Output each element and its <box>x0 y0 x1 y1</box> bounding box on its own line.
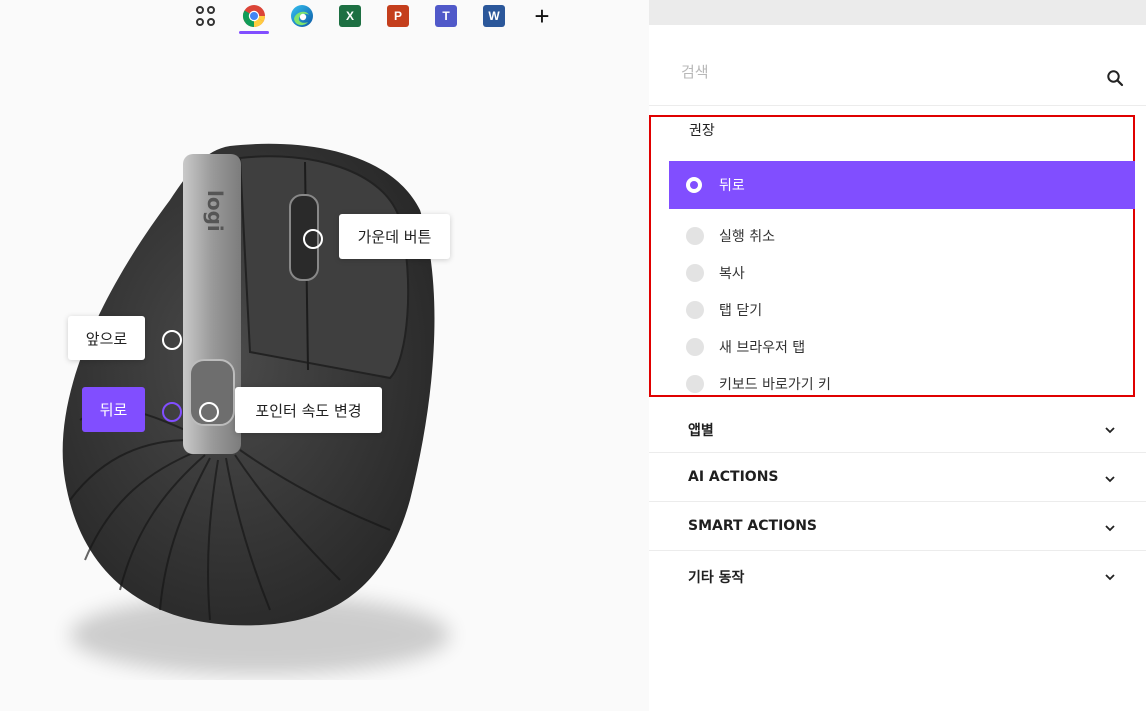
forward-button-callout[interactable]: 앞으로 <box>68 316 145 360</box>
action-item-label: 새 브라우저 탭 <box>719 339 806 356</box>
recommended-section: 권장 뒤로 실행 취소 복사 탭 닫기 새 브라우저 탭 키보드 바로가기 키 <box>649 115 1135 397</box>
powerpoint-app-button[interactable]: P <box>382 0 414 32</box>
section-label: 앱별 <box>688 423 714 439</box>
action-item-new-browser-tab[interactable]: 새 브라우저 탭 <box>651 328 1135 365</box>
excel-icon: X <box>339 5 361 27</box>
back-button-marker[interactable] <box>162 402 182 422</box>
forward-button-marker[interactable] <box>162 330 182 350</box>
chrome-icon <box>243 5 265 27</box>
chevron-down-icon <box>1105 574 1115 581</box>
radio-icon <box>686 226 704 245</box>
all-apps-button[interactable] <box>190 0 222 32</box>
middle-button-callout[interactable]: 가운데 버튼 <box>339 214 450 259</box>
search-input[interactable] <box>681 63 1061 81</box>
action-item-copy[interactable]: 복사 <box>651 254 1135 291</box>
radio-selected-icon <box>686 177 702 193</box>
action-item-label: 실행 취소 <box>719 228 775 245</box>
search-bar <box>649 25 1146 106</box>
chevron-down-icon <box>1105 427 1115 434</box>
section-ai-actions[interactable]: AI ACTIONS <box>649 453 1146 502</box>
section-app-specific[interactable]: 앱별 <box>649 404 1146 453</box>
section-label: 기타 동작 <box>688 570 745 586</box>
action-item-label: 복사 <box>719 265 745 282</box>
search-icon[interactable] <box>1106 69 1124 87</box>
section-other-actions[interactable]: 기타 동작 <box>649 551 1146 600</box>
edge-app-button[interactable] <box>286 0 318 32</box>
recommended-title: 권장 <box>689 123 715 139</box>
word-icon: W <box>483 5 505 27</box>
action-item-label: 탭 닫기 <box>719 302 763 319</box>
excel-app-button[interactable]: X <box>334 0 366 32</box>
actions-panel: 권장 뒤로 실행 취소 복사 탭 닫기 새 브라우저 탭 <box>649 0 1146 711</box>
chrome-app-button[interactable] <box>238 0 270 34</box>
svg-text:logi: logi <box>203 190 227 232</box>
plus-icon: + <box>534 1 550 31</box>
section-smart-actions[interactable]: SMART ACTIONS <box>649 502 1146 551</box>
all-apps-icon <box>196 6 216 26</box>
middle-button-marker[interactable] <box>303 229 323 249</box>
back-button-callout[interactable]: 뒤로 <box>82 387 145 432</box>
word-app-button[interactable]: W <box>478 0 510 32</box>
teams-icon: T <box>435 5 457 27</box>
action-item-label: 키보드 바로가기 키 <box>719 376 831 393</box>
radio-icon <box>686 263 704 282</box>
pointer-speed-marker[interactable] <box>199 402 219 422</box>
powerpoint-icon: P <box>387 5 409 27</box>
pointer-speed-callout[interactable]: 포인터 속도 변경 <box>235 387 382 433</box>
action-item-close-tab[interactable]: 탭 닫기 <box>651 291 1135 328</box>
action-item-keyboard-shortcut[interactable]: 키보드 바로가기 키 <box>651 365 1135 402</box>
add-app-button[interactable]: + <box>526 0 558 32</box>
radio-icon <box>686 374 704 393</box>
teams-app-button[interactable]: T <box>430 0 462 32</box>
action-item-label: 뒤로 <box>719 178 745 194</box>
app-bar: X P T W + <box>190 0 560 36</box>
chevron-down-icon <box>1105 476 1115 483</box>
section-label: SMART ACTIONS <box>688 518 817 534</box>
recommended-list: 뒤로 실행 취소 복사 탭 닫기 새 브라우저 탭 키보드 바로가기 키 <box>651 161 1135 402</box>
edge-icon <box>291 5 313 27</box>
action-item-undo[interactable]: 실행 취소 <box>651 217 1135 254</box>
section-label: AI ACTIONS <box>688 469 779 485</box>
radio-icon <box>686 300 704 319</box>
chevron-down-icon <box>1105 525 1115 532</box>
radio-icon <box>686 337 704 356</box>
action-item-back[interactable]: 뒤로 <box>669 161 1135 209</box>
panel-top-bar <box>649 0 1146 25</box>
device-canvas: X P T W + logi 가운데 버튼 앞으로 뒤로 포인터 속도 변경 <box>0 0 649 711</box>
